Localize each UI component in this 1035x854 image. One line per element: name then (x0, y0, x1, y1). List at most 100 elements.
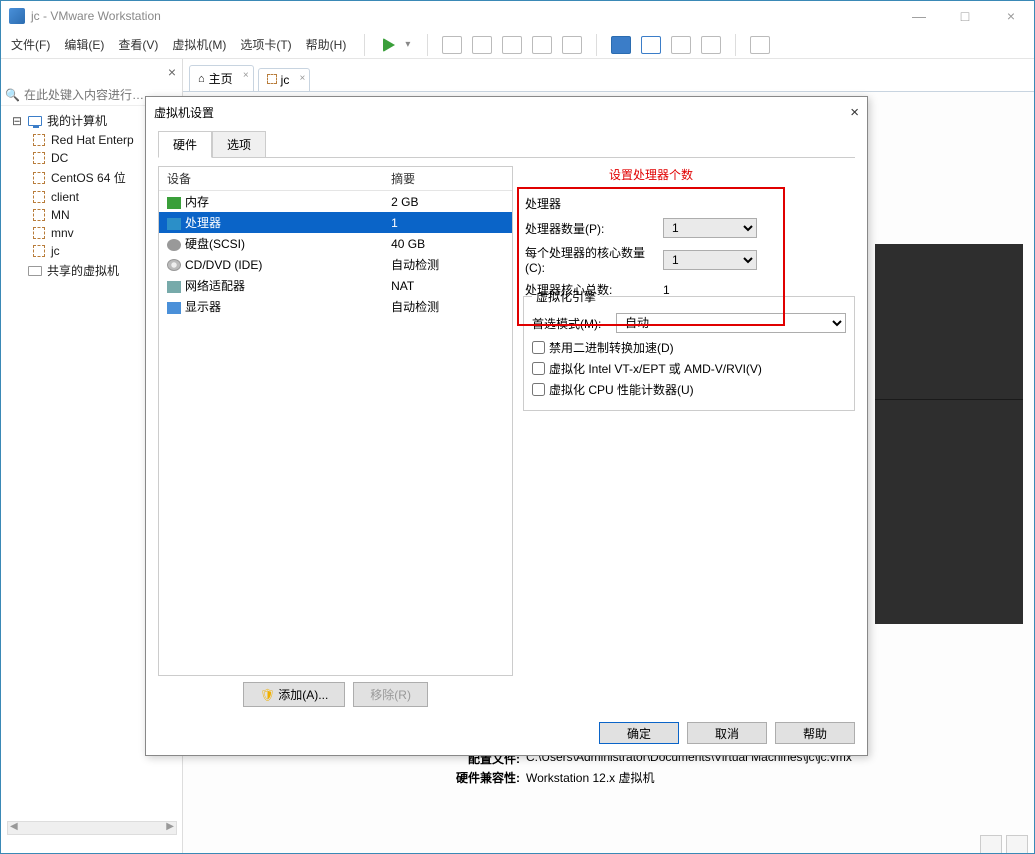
vm-preview (875, 244, 1023, 624)
toolbar-icon[interactable] (442, 36, 462, 54)
hw-row-display[interactable]: 显示器自动检测 (159, 296, 512, 317)
cores-row: 每个处理器的核心数量(C): 1 (525, 244, 777, 275)
network-icon (167, 281, 181, 293)
add-hardware-button[interactable]: 🛡添加(A)... (243, 682, 345, 707)
toolbar-icon[interactable] (671, 36, 691, 54)
memory-icon (167, 197, 181, 209)
annotation-text: 设置处理器个数 (517, 166, 785, 183)
status-icon[interactable] (1006, 835, 1028, 853)
cores-select[interactable]: 1 (663, 250, 757, 270)
hw-name: 硬盘(SCSI) (185, 237, 245, 251)
vm-icon (31, 208, 47, 222)
add-label: 添加(A)... (278, 688, 328, 702)
toolbar-icon[interactable] (701, 36, 721, 54)
tree-label: Red Hat Enterp (51, 133, 134, 147)
close-button[interactable]: × (996, 8, 1026, 24)
fullscreen-icon[interactable] (611, 36, 631, 54)
checkbox-perf-counters[interactable] (532, 383, 545, 396)
display-icon (167, 302, 181, 314)
minimize-button[interactable]: — (904, 8, 934, 24)
shared-icon (27, 264, 43, 278)
play-dropdown-icon[interactable]: ▾ (405, 38, 413, 52)
checkbox-vtx[interactable] (532, 362, 545, 375)
maximize-button[interactable]: □ (950, 8, 980, 24)
toolbar-icon[interactable] (502, 36, 522, 54)
vm-icon (31, 244, 47, 258)
menu-view[interactable]: 查看(V) (118, 36, 158, 53)
tree-label: DC (51, 151, 68, 165)
toolbar-icon[interactable] (472, 36, 492, 54)
dialog-close-icon[interactable]: × (850, 104, 859, 121)
menu-file[interactable]: 文件(F) (11, 36, 50, 53)
vm-settings-dialog: 虚拟机设置 × 硬件 选项 设备 摘要 (145, 96, 868, 756)
proc-count-select[interactable]: 1 (663, 218, 757, 238)
hw-row-processor[interactable]: 处理器1 (159, 212, 512, 233)
hw-row-memory[interactable]: 内存2 GB (159, 191, 512, 213)
tab-close-icon[interactable]: × (300, 73, 306, 84)
tree-label: mnv (51, 226, 74, 240)
shield-icon: 🛡 (260, 688, 275, 702)
hw-row-cddvd[interactable]: CD/DVD (IDE)自动检测 (159, 254, 512, 275)
separator (596, 34, 597, 56)
hardware-detail: 设置处理器个数 处理器 处理器数量(P): 1 每个处理器的核心数量(C): 1 (523, 166, 855, 707)
dialog-body: 硬件 选项 设备 摘要 内存2 GB 处理器 (146, 127, 867, 711)
toolbar-icon[interactable] (562, 36, 582, 54)
hw-name: CD/DVD (IDE) (185, 258, 262, 272)
cancel-button[interactable]: 取消 (687, 722, 767, 744)
tree-label: client (51, 190, 79, 204)
tabstrip: ⌂ 主页 × jc × (183, 59, 1034, 91)
tab-hardware[interactable]: 硬件 (158, 131, 212, 158)
home-icon: ⌂ (198, 73, 205, 85)
computer-icon (27, 114, 43, 128)
tab-label: 主页 (209, 70, 233, 87)
hw-row-network[interactable]: 网络适配器NAT (159, 275, 512, 296)
expand-icon[interactable]: ⊟ (11, 114, 23, 128)
chk-vtx: 虚拟化 Intel VT-x/EPT 或 AMD-V/RVI(V) (532, 360, 846, 377)
menu-tabs[interactable]: 选项卡(T) (240, 36, 291, 53)
tab-close-icon[interactable]: × (243, 70, 249, 81)
tree-label: MN (51, 208, 70, 222)
hw-name: 显示器 (185, 300, 221, 314)
tab-jc[interactable]: jc × (258, 68, 311, 91)
sidebar-close-icon[interactable]: × (168, 64, 176, 80)
window-title: jc - VMware Workstation (31, 9, 904, 23)
app-icon (9, 8, 25, 24)
disk-icon (167, 239, 181, 251)
tree-label: 共享的虚拟机 (47, 262, 119, 279)
tree-label: jc (51, 244, 60, 258)
help-button[interactable]: 帮助 (775, 722, 855, 744)
menu-vm[interactable]: 虚拟机(M) (172, 36, 226, 53)
checkbox-disable-binary[interactable] (532, 341, 545, 354)
toolbar-icon[interactable] (532, 36, 552, 54)
search-icon: 🔍 (5, 88, 20, 102)
play-icon[interactable] (383, 38, 395, 52)
hardware-panel: 设备 摘要 内存2 GB 处理器1 硬盘(SCSI)40 GB CD/DVD (… (158, 166, 513, 707)
tree-label: 我的计算机 (47, 112, 107, 129)
processor-legend: 处理器 (525, 195, 777, 212)
horizontal-scrollbar[interactable] (7, 821, 177, 835)
tab-label: jc (281, 73, 290, 87)
dialog-tabs: 硬件 选项 (158, 131, 855, 158)
vm-icon (31, 226, 47, 240)
tab-options[interactable]: 选项 (212, 131, 266, 158)
hardware-list[interactable]: 设备 摘要 内存2 GB 处理器1 硬盘(SCSI)40 GB CD/DVD (… (158, 166, 513, 676)
toolbar-icon[interactable] (750, 36, 770, 54)
ok-button[interactable]: 确定 (599, 722, 679, 744)
separator (364, 34, 365, 56)
dialog-title: 虚拟机设置 (154, 104, 214, 121)
status-icon[interactable] (980, 835, 1002, 853)
vm-icon (31, 190, 47, 204)
hw-row-disk[interactable]: 硬盘(SCSI) 40 GB (159, 233, 512, 254)
cores-label: 每个处理器的核心数量(C): (525, 244, 657, 275)
menu-help[interactable]: 帮助(H) (306, 36, 347, 53)
unity-icon[interactable] (641, 36, 661, 54)
separator (735, 34, 736, 56)
tab-home[interactable]: ⌂ 主页 × (189, 65, 254, 91)
remove-hardware-button[interactable]: 移除(R) (353, 682, 428, 707)
menu-edit[interactable]: 编辑(E) (64, 36, 104, 53)
hw-summary: 1 (383, 212, 512, 233)
chk-label: 禁用二进制转换加速(D) (549, 339, 674, 356)
hw-summary: 2 GB (383, 191, 512, 213)
hw-name: 网络适配器 (185, 279, 245, 293)
hw-summary: 40 GB (383, 233, 512, 254)
